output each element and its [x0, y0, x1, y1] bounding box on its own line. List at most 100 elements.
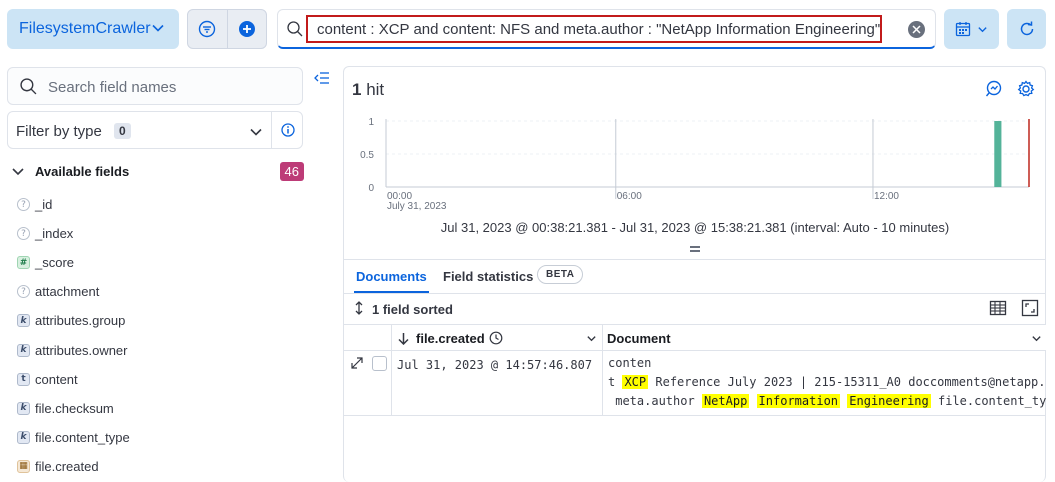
- field-list-item[interactable]: ? _id: [0, 190, 340, 219]
- resize-handle[interactable]: [690, 246, 700, 252]
- filter-by-type-label: Filter by type: [16, 123, 102, 140]
- fullscreen-icon[interactable]: [1021, 299, 1039, 317]
- keyword-type-icon: k: [17, 430, 30, 444]
- divider: [344, 415, 1046, 416]
- gear-icon[interactable]: [1017, 80, 1035, 98]
- filter-count-badge: 0: [114, 123, 131, 139]
- density-icon[interactable]: [989, 299, 1007, 317]
- field-list-item[interactable]: k file.checksum: [0, 394, 340, 423]
- chevron-down-icon: [12, 168, 24, 176]
- expand-row-icon[interactable]: [351, 357, 363, 369]
- field-name: _id: [35, 197, 53, 213]
- y-tick-label: 1: [368, 117, 374, 128]
- filter-icon: [199, 20, 216, 38]
- divider: [602, 324, 603, 415]
- filter-by-type-dropdown[interactable]: Filter by type 0: [7, 111, 303, 149]
- date-picker-button[interactable]: [944, 9, 999, 49]
- field-list-item[interactable]: k attributes.group: [0, 306, 340, 335]
- hit-count-number: 1: [352, 80, 362, 99]
- date-type-icon: ▦: [17, 459, 30, 473]
- text-type-icon: t: [17, 372, 30, 386]
- divider: [271, 112, 272, 148]
- data-view-picker[interactable]: FilesystemCrawler: [7, 9, 179, 49]
- x-tick-sublabel: July 31, 2023: [387, 201, 447, 212]
- search-highlight: NetApp: [701, 394, 750, 408]
- field-list-item[interactable]: t content: [0, 365, 340, 394]
- chevron-down-icon: [152, 24, 164, 32]
- clear-query-button[interactable]: [908, 21, 925, 38]
- tab-documents[interactable]: Documents: [354, 269, 429, 293]
- field-list-item[interactable]: ? attachment: [0, 277, 340, 306]
- column-label-time: file.created: [416, 330, 485, 346]
- keyword-type-icon: k: [17, 401, 30, 415]
- refresh-icon: [1020, 21, 1033, 36]
- hit-count: 1 hit: [352, 80, 384, 100]
- filter-menu-button[interactable]: [188, 10, 227, 48]
- column-header-document[interactable]: Document: [607, 325, 1045, 351]
- grid-header: file.created Document: [344, 324, 1046, 351]
- field-name: _index: [35, 226, 74, 242]
- field-list-item[interactable]: # _score: [0, 248, 340, 277]
- inspect-icon[interactable]: [985, 80, 1003, 98]
- time-range-interval: Jul 31, 2023 @ 00:38:21.381 - Jul 31, 20…: [440, 220, 950, 235]
- search-highlight: Information: [756, 394, 841, 408]
- histogram-chart[interactable]: 00.5100:00 06:00 12:00July 31, 2023: [344, 107, 1046, 217]
- tab-field-statistics[interactable]: Field statistics: [443, 269, 533, 284]
- info-icon[interactable]: [281, 123, 295, 137]
- chevron-down-icon[interactable]: [1031, 333, 1042, 344]
- keyword-type-icon: k: [17, 314, 30, 328]
- y-tick-label: 0: [368, 183, 374, 194]
- field-name: _score: [35, 255, 75, 271]
- field-search-input[interactable]: Search field names: [7, 67, 303, 105]
- search-highlight: Engineering: [847, 394, 931, 408]
- x-tick-label: 12:00: [874, 191, 899, 202]
- doc-line: t XCP Reference July 2023 | 215-15311_A0…: [608, 373, 1046, 392]
- column-header-file-created[interactable]: file.created: [397, 325, 597, 351]
- field-name: attachment: [35, 284, 100, 300]
- chevron-down-icon: [978, 26, 987, 32]
- query-input[interactable]: content : XCP and content: NFS and meta.…: [306, 15, 882, 43]
- close-icon: [912, 25, 921, 34]
- keyword-type-icon: k: [17, 343, 30, 357]
- question-type-icon: ?: [17, 285, 30, 299]
- calendar-icon: [955, 22, 971, 37]
- doc-field-key: file.content_type: [937, 394, 1046, 408]
- field-list-item[interactable]: ▦ file.created: [0, 452, 340, 481]
- chevron-down-icon: [250, 128, 262, 136]
- sort-toolbar: 1 field sorted: [344, 294, 1046, 324]
- view-tabs: Documents Field statistics BETA: [344, 260, 1046, 294]
- field-list-item[interactable]: k file.content_type: [0, 423, 340, 452]
- row-select-checkbox[interactable]: [372, 356, 387, 371]
- doc-field-key: t: [608, 375, 623, 389]
- chevron-down-icon[interactable]: [586, 333, 597, 344]
- query-search-bar[interactable]: content : XCP and content: NFS and meta.…: [277, 9, 936, 49]
- column-label-document: Document: [607, 330, 671, 346]
- hit-count-label: hit: [366, 80, 385, 99]
- sort-label[interactable]: 1 field sorted: [372, 302, 453, 317]
- field-list: ? _id ? _index # _score? attachment k attributes…: [0, 190, 340, 481]
- field-list-item[interactable]: ? _index: [0, 219, 340, 248]
- row-time-cell: Jul 31, 2023 @ 14:57:46.807: [397, 358, 593, 372]
- collapse-sidebar-icon[interactable]: [314, 70, 330, 86]
- query-actions-group: [187, 9, 267, 49]
- field-name: content: [35, 371, 78, 387]
- sort-icon[interactable]: [353, 301, 365, 315]
- x-tick-label: 06:00: [617, 191, 642, 202]
- doc-field-key: meta.author: [615, 394, 695, 408]
- plus-circle-icon: [238, 21, 255, 37]
- available-fields-label: Available fields: [35, 164, 130, 179]
- question-type-icon: ?: [17, 198, 30, 212]
- doc-field-value: Reference July 2023 | 215-15311_A0 docco…: [648, 375, 1046, 389]
- main-panel: 1 hit 0 0.5 1 00:00 06:00 12:00 July 31, 2023 …: [343, 66, 1046, 482]
- histogram-bar: [994, 121, 1002, 187]
- field-list-item[interactable]: k attributes.owner: [0, 335, 340, 364]
- refresh-button[interactable]: [1007, 9, 1046, 49]
- row-document-cell[interactable]: conten t XCP Reference July 2023 | 215-1…: [608, 354, 1046, 412]
- data-view-label: FilesystemCrawler: [19, 20, 151, 37]
- search-icon: [287, 21, 303, 37]
- field-name: file.created: [35, 458, 99, 474]
- top-bar: FilesystemCrawler content : XCP and cont…: [0, 0, 1055, 62]
- add-filter-button[interactable]: [226, 10, 266, 48]
- y-tick-label: 0.5: [360, 150, 374, 161]
- available-fields-header[interactable]: Available fields 46: [9, 162, 304, 182]
